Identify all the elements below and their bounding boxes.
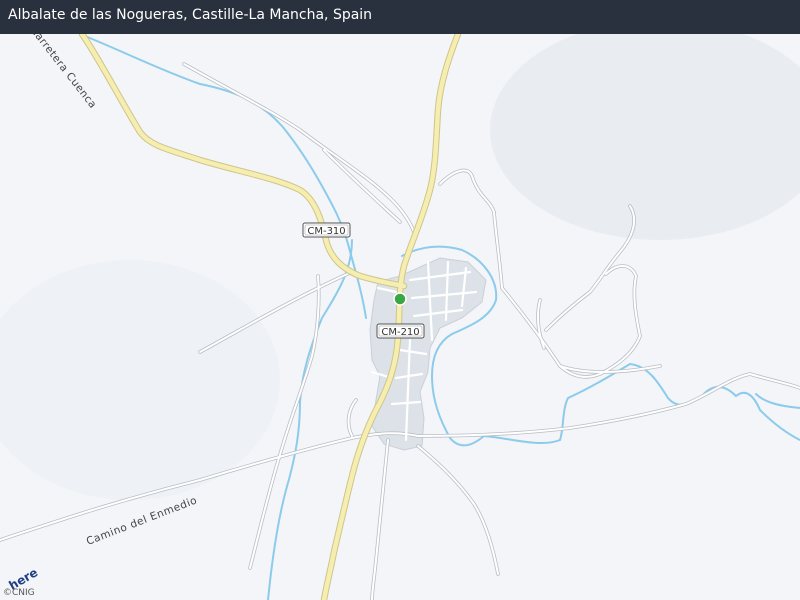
- road-shield-cm310: CM-310: [302, 222, 351, 238]
- location-title: Albalate de las Nogueras, Castille-La Ma…: [8, 7, 373, 23]
- map-canvas[interactable]: CM-310 CM-210 Carretera Cuenca Camino de…: [0, 0, 800, 600]
- title-bar: Albalate de las Nogueras, Castille-La Ma…: [0, 0, 800, 34]
- location-marker[interactable]: [393, 292, 407, 306]
- road-label-cm210: CM-210: [381, 327, 419, 338]
- road-shield-cm210: CM-210: [376, 323, 425, 339]
- road-label-cm310: CM-310: [307, 226, 345, 237]
- attribution-text: ©CNIG: [3, 588, 35, 598]
